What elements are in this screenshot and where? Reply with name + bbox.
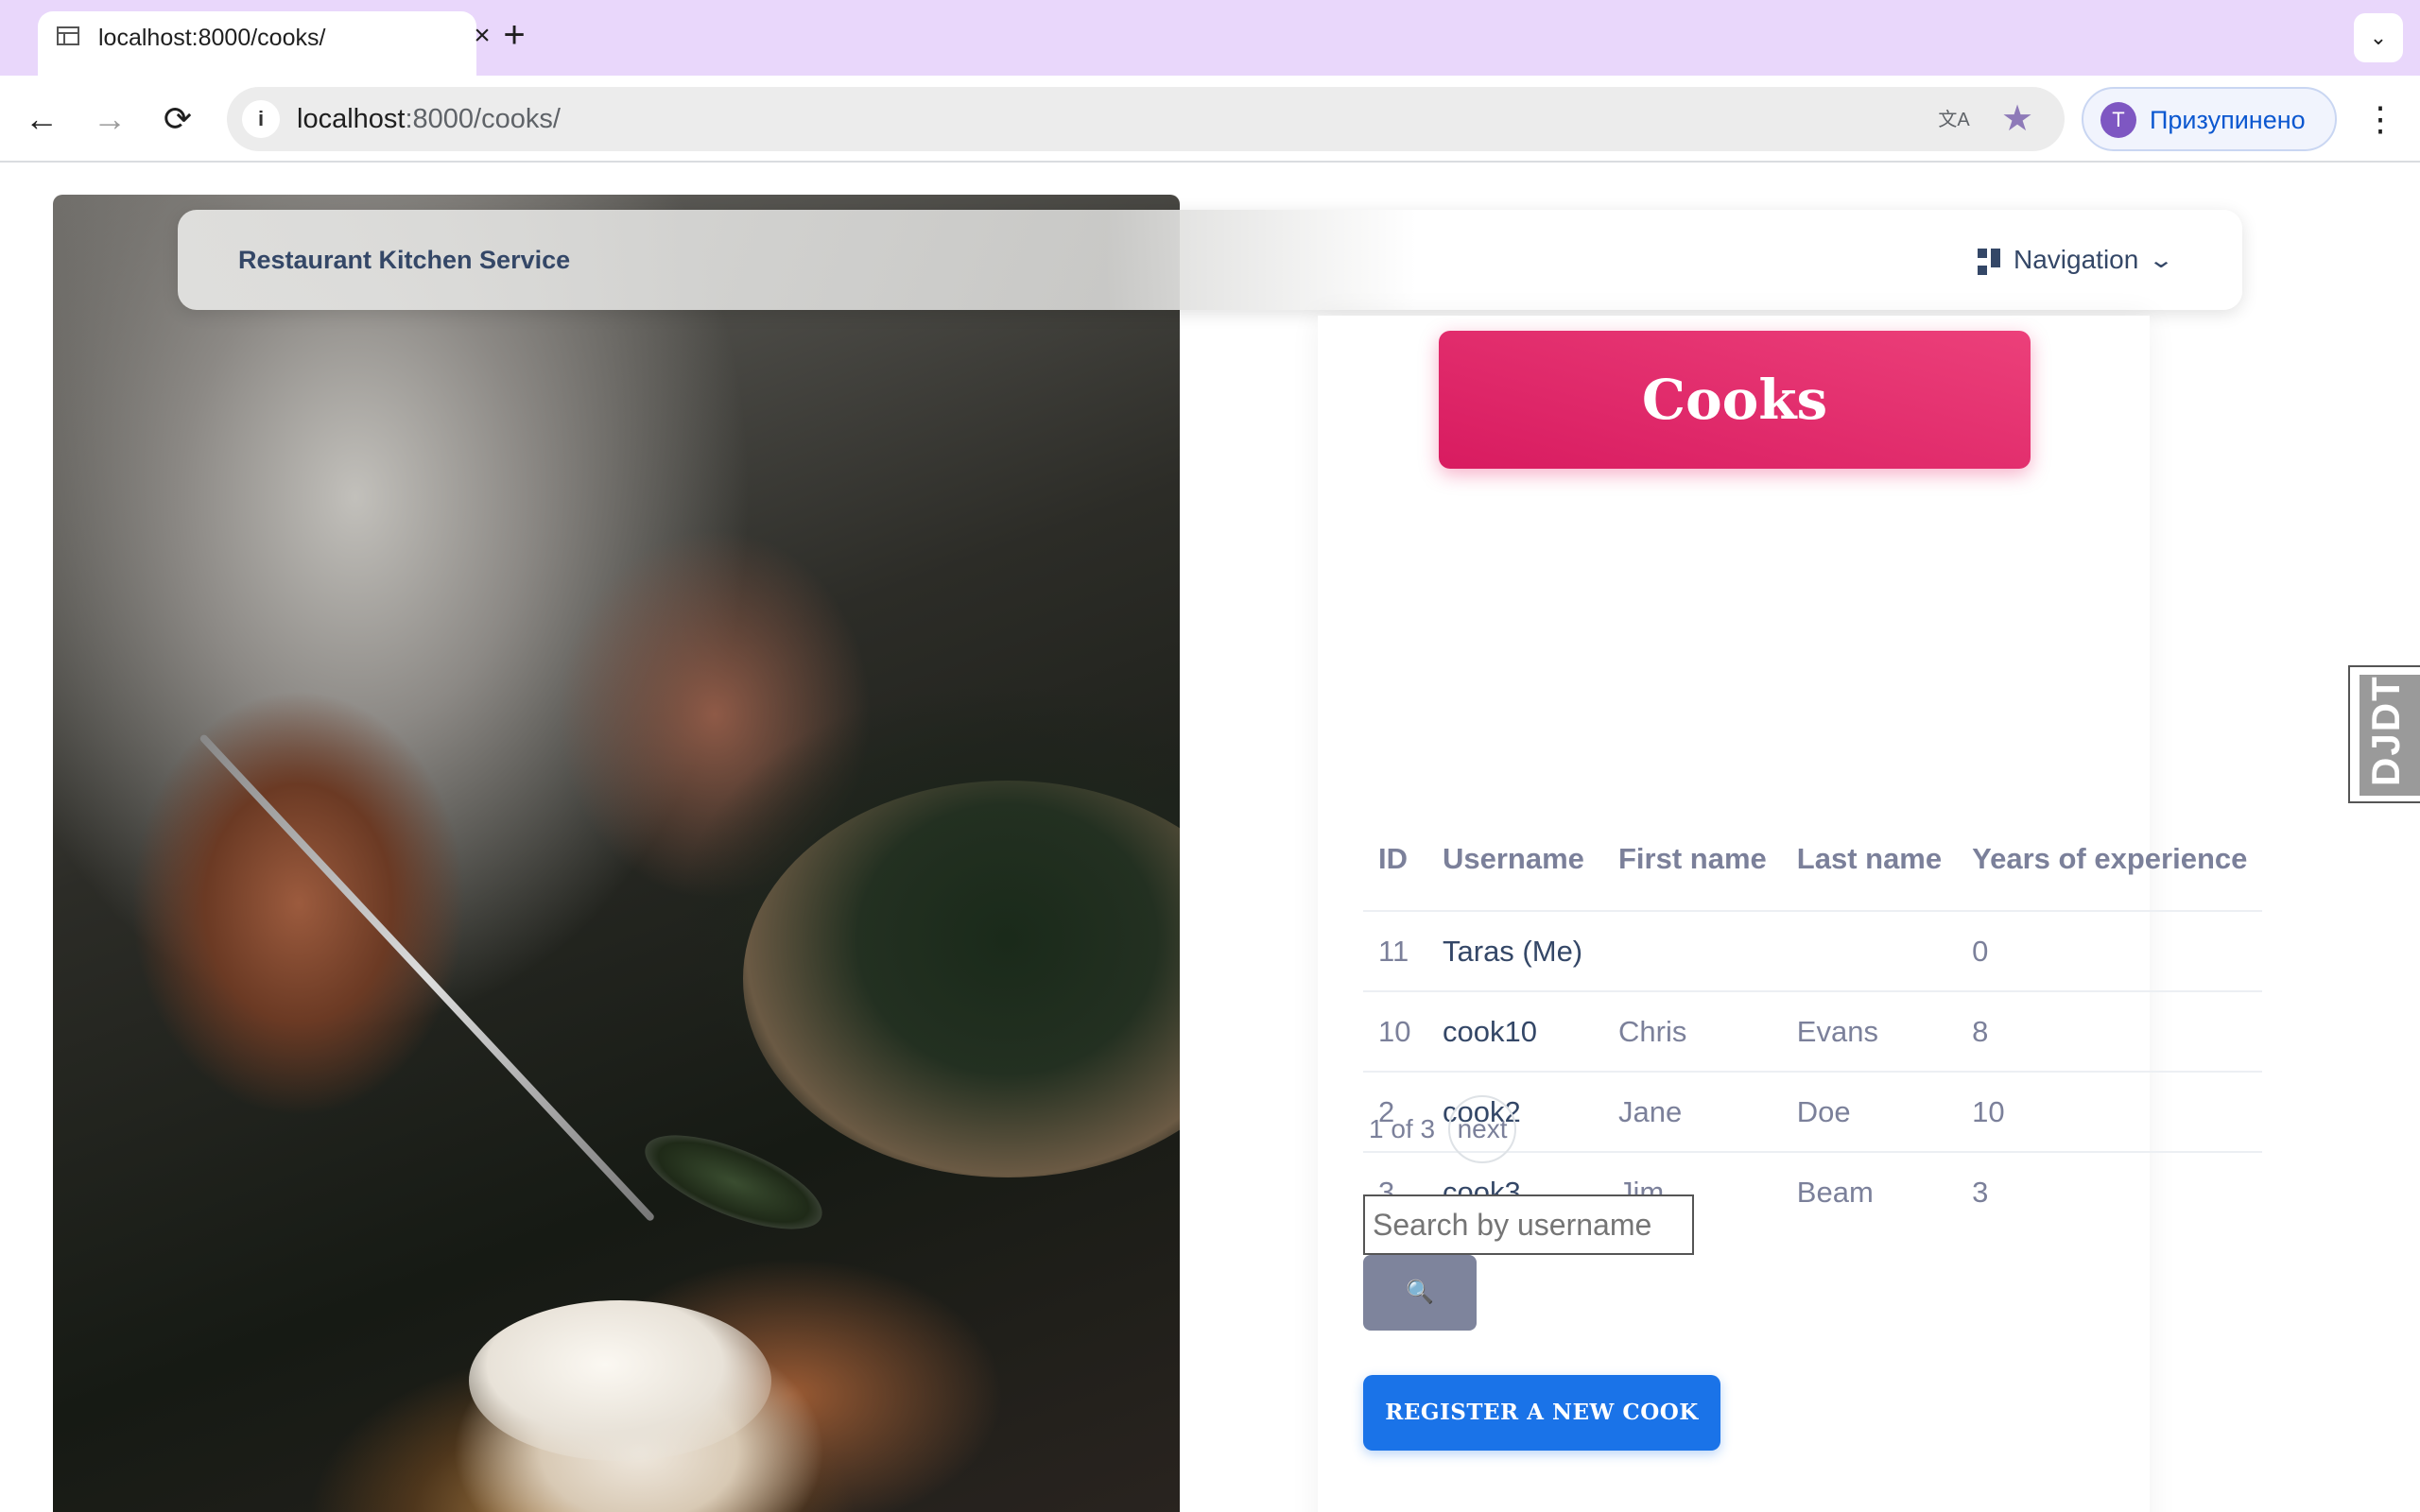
dashboard-icon [1978, 249, 2000, 275]
cell-years: 3 [1972, 1176, 1989, 1209]
translate-icon[interactable]: 文A [1936, 102, 1972, 138]
hero-spoon-bowl-shape [633, 1116, 834, 1248]
hero-image [53, 195, 1180, 1512]
column-header-first-name: First name [1603, 807, 1782, 912]
top-navbar: Restaurant Kitchen Service Navigation ⌄ [178, 210, 2242, 310]
debug-toolbar-label: DJDT [2363, 675, 2408, 786]
cell-last-name: Evans [1781, 991, 1958, 1073]
search-button[interactable]: 🔍 [1363, 1255, 1477, 1331]
column-header-username: Username [1427, 807, 1603, 912]
cell-years: 0 [1957, 911, 2263, 992]
cell-first-name: Jane [1603, 1072, 1782, 1153]
browser-tab[interactable]: localhost:8000/cooks/ × [38, 11, 491, 76]
cell-username-link[interactable]: Taras (Me) [1427, 911, 1603, 992]
hero-egg-shape [469, 1300, 771, 1461]
url-host: localhost [297, 104, 406, 134]
tab-title: localhost:8000/cooks/ [98, 25, 326, 51]
page-title: Cooks [1641, 368, 1828, 432]
cell-last-name: Doe [1781, 1072, 1958, 1153]
column-header-last-name: Last name [1781, 807, 1958, 912]
cell-id: 11 [1363, 911, 1427, 992]
tab-search-icon[interactable]: ⌄ [2354, 13, 2403, 62]
browser-toolbar: ← → ⟳ i localhost:8000/cooks/ 文A ★ T При… [0, 76, 2420, 163]
cell-first-name: Chris [1603, 991, 1782, 1073]
pagination-info: 1 of 3 [1369, 1114, 1436, 1143]
forward-icon[interactable]: → [89, 98, 130, 140]
pagination: 1 of 3 next [1369, 1095, 1517, 1163]
reload-icon[interactable]: ⟳ [157, 98, 199, 140]
hero-pot-shape [743, 781, 1180, 1177]
cooks-table: ID Username First name Last name Years o… [1363, 807, 2263, 1232]
new-tab-icon[interactable]: + [496, 16, 532, 54]
debug-toolbar-handle[interactable]: DJDT [2348, 665, 2420, 803]
brand-link[interactable]: Restaurant Kitchen Service [238, 246, 570, 275]
cell-years: 10 [1957, 1072, 2263, 1153]
page-content: Restaurant Kitchen Service Navigation ⌄ … [0, 164, 2420, 1512]
browser-tab-strip: localhost:8000/cooks/ × + ⌄ [0, 0, 2420, 76]
table-row: 10 cook10 Chris Evans 8 [1363, 991, 2263, 1073]
tab-close-icon[interactable]: × [467, 21, 497, 51]
navigation-dropdown[interactable]: Navigation ⌄ [1978, 244, 2174, 276]
pagination-next-link[interactable]: next [1448, 1095, 1517, 1163]
cell-last-name [1781, 911, 1958, 992]
search-icon: 🔍 [1406, 1280, 1434, 1305]
profile-status-label: Призупинено [2150, 106, 2306, 134]
column-header-years: Years of experience [1957, 807, 2263, 912]
table-row: 11 Taras (Me) 0 [1363, 911, 2263, 992]
avatar: T [2100, 102, 2136, 138]
cell-id: 10 [1363, 991, 1427, 1073]
address-bar[interactable]: i localhost:8000/cooks/ 文A ★ [227, 87, 2065, 151]
favicon-icon [57, 26, 79, 45]
column-header-id: ID [1363, 807, 1427, 912]
cell-last-name: Beam [1796, 1176, 1874, 1209]
chevron-down-icon: ⌄ [2148, 247, 2175, 273]
cell-username-link[interactable]: cook10 [1427, 991, 1603, 1073]
register-new-cook-button[interactable]: REGISTER A NEW COOK [1363, 1375, 1720, 1451]
url-text[interactable]: localhost:8000/cooks/ [297, 104, 561, 135]
debug-toolbar-tab: DJDT [2360, 675, 2420, 796]
cell-years: 8 [1957, 991, 2263, 1073]
browser-menu-icon[interactable]: ⋮ [2363, 98, 2397, 140]
back-icon[interactable]: ← [21, 98, 62, 140]
cell-first-name [1603, 911, 1782, 992]
site-info-icon[interactable]: i [242, 100, 280, 138]
page-title-banner: Cooks [1439, 331, 2031, 469]
profile-button[interactable]: T Призупинено [2082, 87, 2337, 151]
navigation-label: Navigation [2014, 245, 2139, 274]
search-username-input[interactable] [1363, 1194, 1694, 1255]
url-path: :8000/cooks/ [405, 104, 561, 134]
bookmark-star-icon[interactable]: ★ [1998, 100, 2036, 138]
hero-spoon-shape [199, 733, 656, 1223]
table-header-row: ID Username First name Last name Years o… [1363, 807, 2263, 912]
